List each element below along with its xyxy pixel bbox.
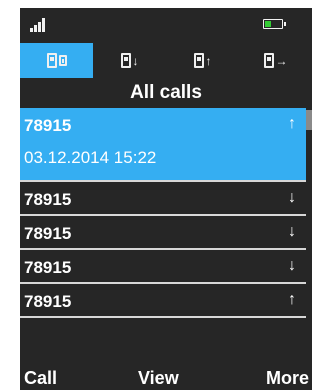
call-filter-tabs: ↓ ↑ →: [20, 43, 312, 78]
more-softkey[interactable]: More: [266, 368, 309, 389]
missed-calls-icon: [263, 53, 274, 68]
call-number: 78915: [24, 258, 72, 277]
outgoing-arrow-icon: ↑: [288, 291, 296, 308]
all-calls-icon-secondary: [58, 55, 67, 66]
outgoing-arrow-icon: ↑: [288, 115, 296, 132]
outgoing-calls-icon: [193, 53, 204, 68]
tab-all-calls[interactable]: [20, 43, 93, 78]
incoming-arrow-icon: ↓: [288, 257, 296, 274]
tab-outgoing-calls[interactable]: ↑: [166, 43, 239, 78]
call-row[interactable]: 78915 ↓: [20, 216, 306, 248]
all-calls-icon: [46, 53, 57, 68]
incoming-arrow-icon: ↓: [288, 189, 296, 206]
battery-icon: [263, 19, 286, 29]
call-row[interactable]: 78915 ↓: [20, 182, 306, 214]
scrollbar-thumb[interactable]: [306, 110, 312, 130]
signal-bars-icon: [30, 16, 45, 32]
row-divider: [20, 316, 306, 318]
call-row[interactable]: 78915 ↓: [20, 250, 306, 282]
call-number: 78915: [24, 116, 72, 135]
incoming-arrow-icon: ↓: [288, 223, 296, 240]
call-row-selected[interactable]: 78915 ↑ 03.12.2014 15:22: [20, 108, 306, 180]
softkey-bar: Call View More: [20, 360, 312, 390]
call-number: 78915: [24, 190, 72, 209]
arrow-down-icon: ↓: [132, 53, 139, 68]
status-bar: [20, 8, 312, 42]
tab-missed-calls[interactable]: →: [239, 43, 312, 78]
call-number: 78915: [24, 292, 72, 311]
arrow-right-icon: →: [275, 53, 288, 68]
incoming-calls-icon: [120, 53, 131, 68]
view-softkey[interactable]: View: [138, 368, 179, 389]
call-row[interactable]: 78915 ↑: [20, 284, 306, 316]
call-number: 78915: [24, 224, 72, 243]
call-log-screen: ↓ ↑ → All calls 78915 ↑ 03.12.2014 15:22…: [20, 8, 312, 390]
tab-incoming-calls[interactable]: ↓: [93, 43, 166, 78]
call-datetime: 03.12.2014 15:22: [24, 148, 157, 167]
arrow-up-icon: ↑: [205, 53, 212, 68]
call-softkey[interactable]: Call: [24, 368, 57, 389]
call-list: 78915 ↑ 03.12.2014 15:22 78915 ↓ 78915 ↓…: [20, 108, 312, 352]
battery-level: [265, 21, 272, 27]
phone-frame: ↓ ↑ → All calls 78915 ↑ 03.12.2014 15:22…: [0, 0, 316, 392]
page-title: All calls: [130, 82, 202, 103]
